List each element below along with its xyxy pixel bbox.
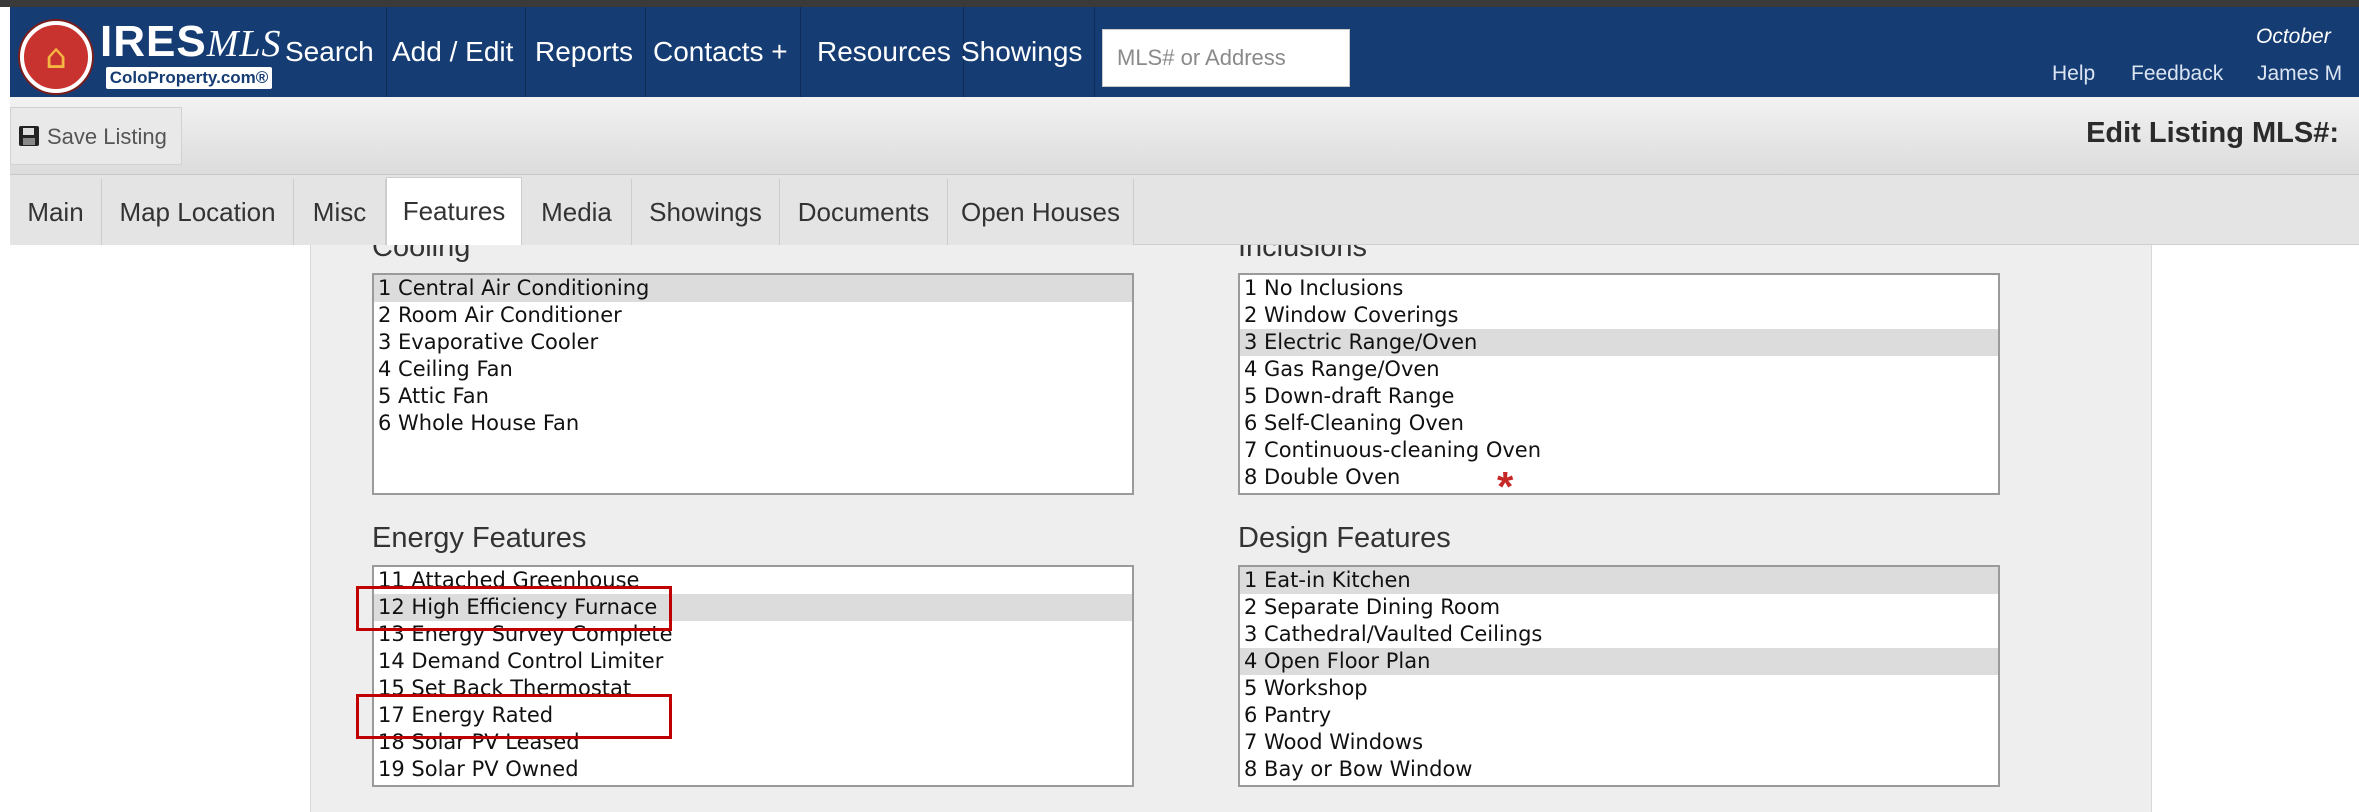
cooling-listbox[interactable]: 1 Central Air Conditioning 2 Room Air Co… xyxy=(372,273,1134,495)
list-item[interactable]: 1 Central Air Conditioning xyxy=(374,275,1132,302)
inclusions-listbox[interactable]: 1 No Inclusions 2 Window Coverings 3 Ele… xyxy=(1238,273,2000,495)
features-panel: Cooling 1 Central Air Conditioning 2 Roo… xyxy=(310,245,2152,812)
current-date: October xyxy=(2256,25,2331,48)
list-item[interactable]: 4 Open Floor Plan xyxy=(1240,648,1998,675)
tab-documents[interactable]: Documents xyxy=(780,179,948,245)
tab-open-houses[interactable]: Open Houses xyxy=(948,179,1134,245)
list-item[interactable]: 4 Ceiling Fan xyxy=(374,356,1132,383)
list-item[interactable]: 5 Down-draft Range xyxy=(1240,383,1998,410)
list-item[interactable]: 2 Window Coverings xyxy=(1240,302,1998,329)
list-item[interactable]: 7 Wood Windows xyxy=(1240,729,1998,756)
logo-subtitle: ColoProperty.com® xyxy=(106,67,272,89)
list-item[interactable]: 6 Whole House Fan xyxy=(374,410,1132,437)
energy-features-title: Energy Features xyxy=(372,522,587,554)
list-item[interactable]: 11 Attached Greenhouse xyxy=(374,567,1132,594)
ires-mls-logo[interactable]: ⌂ IRESMLS ColoProperty.com® xyxy=(14,15,281,93)
nav-add-edit[interactable]: Add / Edit xyxy=(380,7,527,97)
listing-toolbar: Save Listing Edit Listing MLS#: xyxy=(10,97,2359,175)
list-item[interactable]: 5 Workshop xyxy=(1240,675,1998,702)
design-features-listbox[interactable]: 1 Eat-in Kitchen 2 Separate Dining Room … xyxy=(1238,565,2000,787)
tab-media[interactable]: Media xyxy=(522,179,632,245)
mls-search-input[interactable] xyxy=(1102,29,1350,87)
list-item[interactable]: 2 Room Air Conditioner xyxy=(374,302,1132,329)
list-item[interactable]: 4 Gas Range/Oven xyxy=(1240,356,1998,383)
nav-showings[interactable]: Showings xyxy=(949,7,1096,97)
list-item[interactable]: 15 Set Back Thermostat xyxy=(374,675,1132,702)
energy-features-listbox[interactable]: 11 Attached Greenhouse 12 High Efficienc… xyxy=(372,565,1134,787)
list-item[interactable]: 12 High Efficiency Furnace xyxy=(374,594,1132,621)
list-item[interactable]: 6 Self-Cleaning Oven xyxy=(1240,410,1998,437)
window-top-strip xyxy=(0,0,2359,7)
tab-map-location[interactable]: Map Location xyxy=(102,179,294,245)
list-item[interactable]: 6 Pantry xyxy=(1240,702,1998,729)
design-features-title: Design Features xyxy=(1238,522,1451,554)
list-item[interactable]: 19 Solar PV Owned xyxy=(374,756,1132,783)
tab-misc[interactable]: Misc xyxy=(294,179,386,245)
list-item[interactable]: 8 Bay or Bow Window xyxy=(1240,756,1998,783)
list-item[interactable]: 14 Demand Control Limiter xyxy=(374,648,1132,675)
nav-resources[interactable]: Resources xyxy=(805,7,964,97)
required-asterisk: * xyxy=(1497,463,1514,510)
list-item[interactable]: 3 Cathedral/Vaulted Ceilings xyxy=(1240,621,1998,648)
list-item[interactable]: 13 Energy Survey Complete xyxy=(374,621,1132,648)
features-content: Cooling 1 Central Air Conditioning 2 Roo… xyxy=(10,245,2359,812)
floppy-disk-icon xyxy=(19,126,39,146)
list-item[interactable]: 7 Continuous-cleaning Oven xyxy=(1240,437,1998,464)
nav-contacts[interactable]: Contacts + xyxy=(641,7,801,97)
list-item[interactable]: 18 Solar PV Leased xyxy=(374,729,1132,756)
save-listing-label: Save Listing xyxy=(47,124,167,149)
list-item[interactable]: 8 Double Oven xyxy=(1240,464,1998,491)
nav-reports[interactable]: Reports xyxy=(523,7,647,97)
listing-tabs: Main Map Location Misc Features Media Sh… xyxy=(10,175,2359,245)
nav-search[interactable]: Search xyxy=(273,7,387,97)
help-link[interactable]: Help xyxy=(2052,62,2095,86)
tab-showings[interactable]: Showings xyxy=(632,179,780,245)
list-item[interactable]: 2 Separate Dining Room xyxy=(1240,594,1998,621)
list-item[interactable]: 5 Attic Fan xyxy=(374,383,1132,410)
save-listing-button[interactable]: Save Listing xyxy=(10,107,182,165)
cooling-title: Cooling xyxy=(372,245,471,263)
house-logo-icon: ⌂ xyxy=(20,21,92,93)
tab-main[interactable]: Main xyxy=(10,179,102,245)
list-item[interactable]: 17 Energy Rated xyxy=(374,702,1132,729)
top-navbar: ⌂ IRESMLS ColoProperty.com® Search Add /… xyxy=(10,7,2359,97)
list-item[interactable]: 3 Evaporative Cooler xyxy=(374,329,1132,356)
tab-features[interactable]: Features xyxy=(386,177,522,245)
edit-listing-title: Edit Listing MLS#: xyxy=(2086,117,2339,149)
inclusions-title: Inclusions xyxy=(1238,245,1367,263)
feedback-link[interactable]: Feedback xyxy=(2131,62,2223,86)
list-item[interactable]: 1 No Inclusions xyxy=(1240,275,1998,302)
logo-wordmark: IRESMLS xyxy=(100,17,282,66)
list-item[interactable]: 1 Eat-in Kitchen xyxy=(1240,567,1998,594)
list-item[interactable]: 3 Electric Range/Oven xyxy=(1240,329,1998,356)
user-menu[interactable]: James M xyxy=(2257,62,2342,86)
